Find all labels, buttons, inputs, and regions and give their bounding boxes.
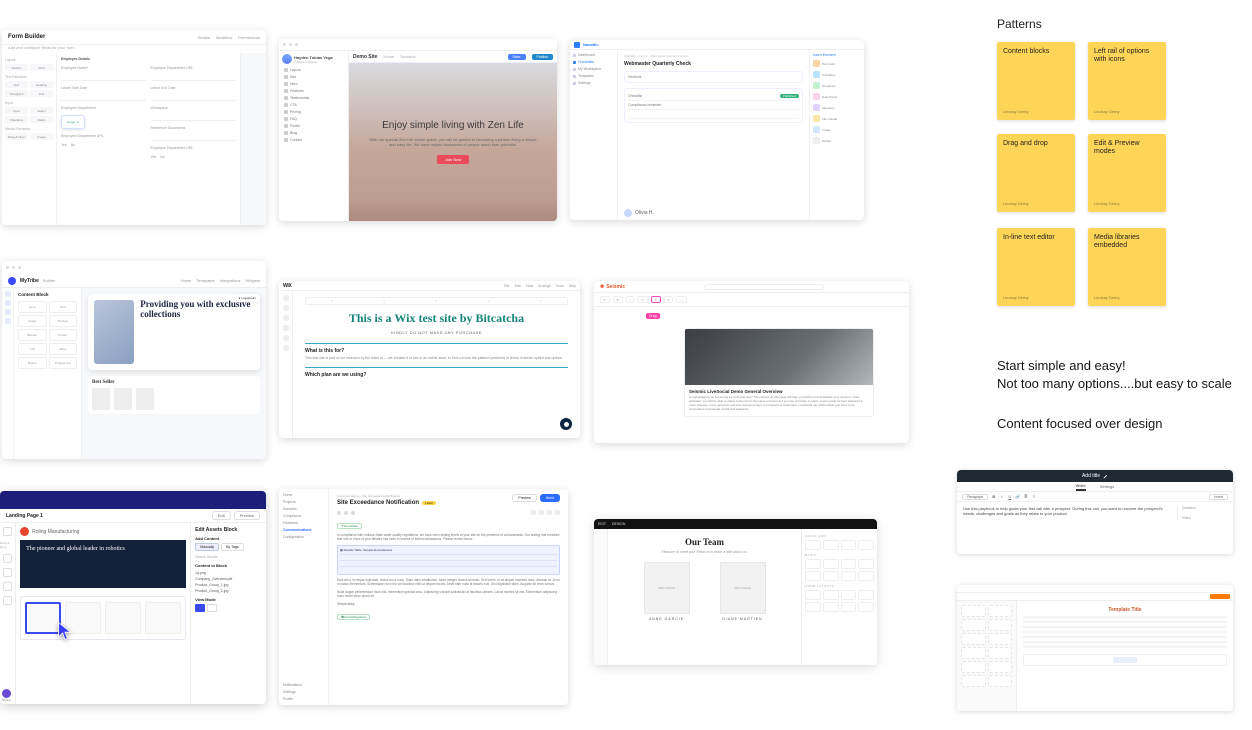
underline-icon[interactable]: U (1007, 494, 1012, 499)
preview-button[interactable]: Preview (234, 511, 260, 520)
save-button[interactable]: Save (508, 54, 526, 60)
sticky-note[interactable]: Left rail of options with iconsLindsay D… (1088, 42, 1166, 120)
editor-body[interactable]: Use this playbook to help guide your fir… (963, 506, 1171, 520)
screenshot-wix: WiX FileEdit ViewArrange ToolsHelp ▯▯▯▯▯… (279, 281, 580, 438)
cta-button[interactable]: Join Now (437, 155, 469, 164)
screenshot-template-page: Template Title (957, 585, 1233, 711)
sticky-note[interactable]: In-line text editorLindsay Derby (997, 228, 1075, 306)
form-builder-title: Form Builder (8, 34, 45, 40)
hero-headline: Enjoy simple living with Zen Life (382, 120, 524, 131)
link-icon[interactable]: 🔗 (1015, 494, 1020, 499)
sticky-note[interactable]: Edit & Preview modesLindsay Derby (1088, 134, 1166, 212)
send-button[interactable]: Send (540, 494, 560, 502)
preview-button[interactable]: Preview (512, 494, 536, 502)
bold-icon[interactable]: B (991, 494, 996, 499)
screenshot-landing-page: Landing Page 1 Edit Preview Drag & Drop … (0, 491, 266, 704)
annotation-text: Content focused over design (997, 415, 1163, 433)
screenshot-webmaster: Navattic Dashboard Checklists My Workspa… (570, 40, 864, 220)
screenshot-mytribe: MyTribe Builder HomeTemplates Integratio… (2, 261, 266, 459)
format-select[interactable]: Paragraph (962, 494, 988, 500)
sticky-note[interactable]: Media libraries embeddedLindsay Derby (1088, 228, 1166, 306)
chat-fab-icon[interactable] (560, 418, 572, 430)
edit-button[interactable]: Edit (212, 511, 231, 520)
align-icon[interactable]: ≡ (1031, 494, 1036, 499)
primary-action-button[interactable] (1210, 594, 1230, 599)
screenshot-seismic: ✹ Seismic ¶BI A⠿≡ ⋯ Drag Seismic LiveSoc… (594, 281, 909, 443)
screenshot-exceedance: Preview Send Home Projects Samples Compl… (279, 489, 568, 705)
insert-select[interactable]: Insert (1209, 494, 1228, 500)
cursor-icon (57, 621, 73, 641)
tab-write[interactable]: Write (1076, 483, 1086, 491)
drag-tag[interactable]: Drag (646, 313, 660, 319)
patterns-heading: Patterns (997, 17, 1042, 31)
search-input[interactable] (704, 284, 824, 290)
list-icon[interactable]: ≣ (1023, 494, 1028, 499)
screenshot-playbook: Add title Write Settings Paragraph B I U… (957, 470, 1233, 554)
screenshot-team: EDITDESIGN Our Team Pleasure to meet you… (594, 519, 877, 665)
italic-icon[interactable]: I (999, 494, 1004, 499)
screenshot-demo-site: Hayden Tobias Vega Product Designer Layo… (279, 39, 557, 221)
form-builder-sidebar: Layout SectionRow Text Elements TextHead… (2, 53, 57, 225)
edit-icon[interactable] (1103, 474, 1108, 479)
form-builder-tabs: Details Workflow Permissions (198, 35, 260, 40)
sticky-note[interactable]: Drag and dropLindsay Derby (997, 134, 1075, 212)
annotation-text: Start simple and easy! Not too many opti… (997, 357, 1232, 392)
image-chip[interactable]: Image x1 (61, 115, 85, 129)
sticky-note[interactable]: Content blocksLindsay Derby (997, 42, 1075, 120)
tab-settings[interactable]: Settings (1100, 484, 1114, 489)
screenshot-form-builder: Form Builder Details Workflow Permission… (2, 30, 266, 225)
publish-button[interactable]: Publish (532, 54, 553, 60)
avatar (282, 54, 292, 64)
